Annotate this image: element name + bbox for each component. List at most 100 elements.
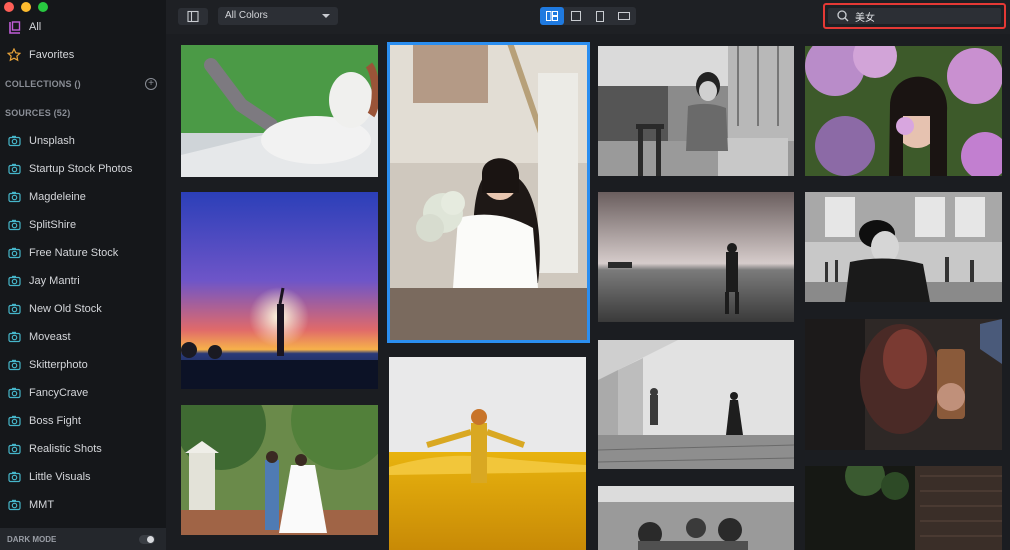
dark-mode-toggle[interactable]: [139, 535, 155, 544]
photo-thumbnail[interactable]: [598, 46, 794, 176]
sidebar-toggle-icon: [187, 10, 199, 23]
sidebar-item-source[interactable]: Magdeleine: [0, 187, 166, 207]
photo-thumbnail[interactable]: [598, 192, 794, 322]
photo-thumbnail[interactable]: [181, 192, 378, 389]
photo-thumbnail[interactable]: [805, 466, 1002, 550]
sources-header: SOURCES (52): [5, 108, 71, 118]
sidebar-item-label: Favorites: [29, 49, 75, 61]
sidebar: All Favorites COLLECTIONS () + SOURCES (…: [0, 0, 166, 550]
view-portrait-button[interactable]: [588, 7, 612, 25]
masonry-icon: [546, 11, 558, 21]
sidebar-item-label: Realistic Shots: [29, 443, 102, 455]
camera-icon: [7, 190, 21, 204]
sidebar-item-label: Unsplash: [29, 135, 75, 147]
sidebar-item-source[interactable]: Skitterphoto: [0, 355, 166, 375]
collections-header: COLLECTIONS (): [5, 79, 81, 89]
color-filter-value: All Colors: [225, 10, 268, 21]
sidebar-item-source[interactable]: Startup Stock Photos: [0, 159, 166, 179]
square-icon: [571, 11, 581, 21]
search-box: [823, 3, 1006, 29]
landscape-icon: [618, 12, 630, 20]
sidebar-item-all[interactable]: All: [0, 17, 166, 37]
sidebar-item-source[interactable]: MMT: [0, 495, 166, 515]
dark-mode-label: DARK MODE: [7, 534, 57, 544]
photo-thumbnail[interactable]: [598, 486, 794, 550]
search-icon: [837, 10, 849, 22]
sidebar-item-label: Little Visuals: [29, 471, 91, 483]
camera-icon: [7, 162, 21, 176]
photo-thumbnail[interactable]: [181, 405, 378, 535]
window-controls: [4, 2, 48, 12]
view-masonry-button[interactable]: [540, 7, 564, 25]
camera-icon: [7, 470, 21, 484]
camera-icon: [7, 442, 21, 456]
sidebar-item-label: MMT: [29, 499, 55, 511]
toggle-sidebar-button[interactable]: [178, 8, 208, 25]
photo-image: [805, 319, 1002, 450]
search-input[interactable]: [855, 10, 995, 22]
color-filter-select[interactable]: All Colors: [218, 7, 338, 25]
sidebar-item-label: Magdeleine: [29, 191, 86, 203]
add-collection-button[interactable]: +: [145, 78, 157, 90]
sidebar-item-source[interactable]: Boss Fight: [0, 411, 166, 431]
sidebar-item-source[interactable]: Little Visuals: [0, 467, 166, 487]
sidebar-item-source[interactable]: Moveast: [0, 327, 166, 347]
sidebar-item-source[interactable]: Realistic Shots: [0, 439, 166, 459]
photo-image: [181, 192, 378, 389]
sidebar-item-label: SplitShire: [29, 219, 77, 231]
photo-thumbnail[interactable]: [805, 319, 1002, 450]
chevron-down-icon: [322, 14, 330, 18]
sidebar-item-source[interactable]: Jay Mantri: [0, 271, 166, 291]
sidebar-item-label: New Old Stock: [29, 303, 102, 315]
photo-image: [598, 192, 794, 322]
camera-icon: [7, 134, 21, 148]
photo-image: [181, 405, 378, 535]
sidebar-item-label: FancyCrave: [29, 387, 89, 399]
camera-icon: [7, 330, 21, 344]
sidebar-item-label: Moveast: [29, 331, 71, 343]
close-window-button[interactable]: [4, 2, 14, 12]
photo-image: [181, 45, 378, 177]
camera-icon: [7, 218, 21, 232]
camera-icon: [7, 246, 21, 260]
camera-icon: [7, 274, 21, 288]
photo-image: [598, 486, 794, 550]
camera-icon: [7, 386, 21, 400]
photo-image: [805, 192, 1002, 302]
photo-thumbnail[interactable]: [805, 46, 1002, 176]
sidebar-item-label: Startup Stock Photos: [29, 163, 133, 175]
maximize-window-button[interactable]: [38, 2, 48, 12]
photo-image: [805, 466, 1002, 550]
sidebar-item-source[interactable]: FancyCrave: [0, 383, 166, 403]
photo-image: [805, 46, 1002, 176]
sidebar-item-source[interactable]: Unsplash: [0, 131, 166, 151]
photo-thumbnail[interactable]: [181, 45, 378, 177]
photo-thumbnail[interactable]: [598, 340, 794, 469]
photo-image: [598, 46, 794, 176]
photo-image: [598, 340, 794, 469]
photo-thumbnail[interactable]: [805, 192, 1002, 302]
sidebar-item-source[interactable]: Free Nature Stock: [0, 243, 166, 263]
dark-mode-row: DARK MODE: [0, 528, 166, 550]
star-icon: [7, 48, 21, 62]
sidebar-item-label: Jay Mantri: [29, 275, 80, 287]
sidebar-item-label: All: [29, 21, 42, 33]
camera-icon: [7, 302, 21, 316]
library-icon: [7, 20, 21, 34]
portrait-icon: [596, 10, 604, 22]
camera-icon: [7, 414, 21, 428]
sidebar-item-favorites[interactable]: Favorites: [0, 45, 166, 65]
search-field: [828, 8, 1001, 24]
sidebar-item-label: Free Nature Stock: [29, 247, 119, 259]
sidebar-item-source[interactable]: SplitShire: [0, 215, 166, 235]
sidebar-item-source[interactable]: New Old Stock: [0, 299, 166, 319]
photo-image: [388, 43, 589, 342]
camera-icon: [7, 358, 21, 372]
view-landscape-button[interactable]: [612, 7, 636, 25]
minimize-window-button[interactable]: [21, 2, 31, 12]
photo-thumbnail-selected[interactable]: [387, 42, 590, 343]
view-square-button[interactable]: [564, 7, 588, 25]
photo-thumbnail[interactable]: [389, 357, 586, 550]
view-mode-group: [540, 7, 636, 25]
photo-image: [389, 357, 586, 550]
